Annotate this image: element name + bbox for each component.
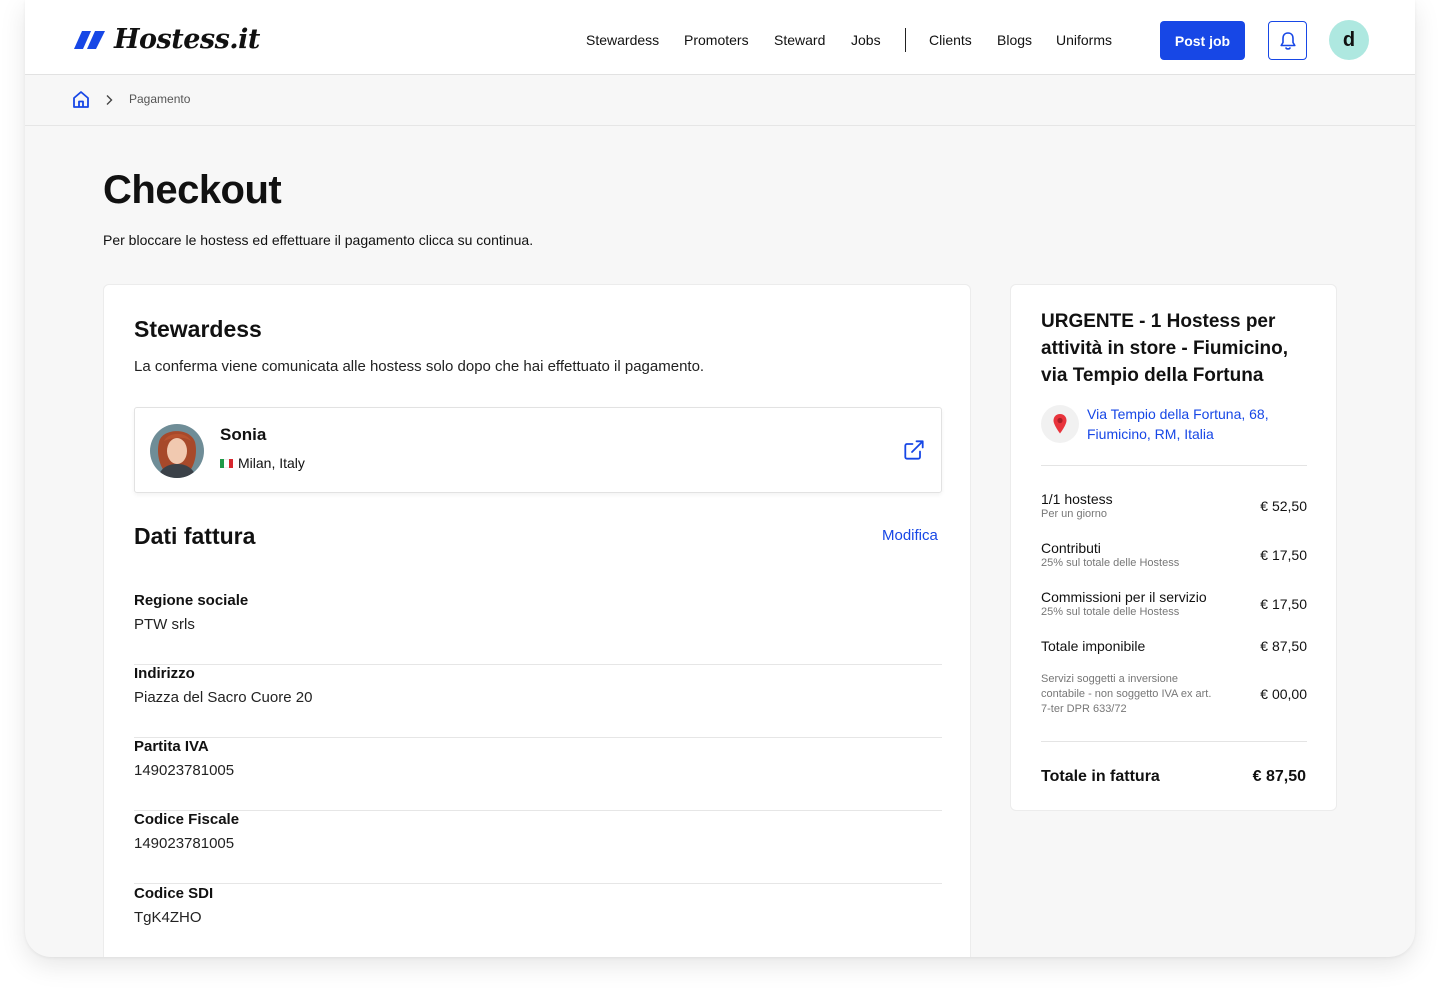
divider xyxy=(1041,465,1307,466)
top-header: Hostess.it Stewardess Promoters Steward … xyxy=(25,0,1415,75)
stewardess-location-text: Milan, Italy xyxy=(238,455,305,471)
field-label: Indirizzo xyxy=(134,665,195,682)
stewardess-section-description: La conferma viene comunicata alle hostes… xyxy=(134,358,705,375)
total-amount: € 87,50 xyxy=(1252,768,1306,785)
price-line-amount: € 17,50 xyxy=(1260,547,1307,563)
edit-invoice-link[interactable]: Modifica xyxy=(882,527,938,544)
nav-divider xyxy=(905,28,906,52)
invoice-field: Indirizzo Piazza del Sacro Cuore 20 xyxy=(134,665,942,738)
nav-clients[interactable]: Clients xyxy=(929,30,972,50)
user-avatar[interactable]: d xyxy=(1329,20,1369,60)
field-label: Partita IVA xyxy=(134,738,209,755)
nav-promoters[interactable]: Promoters xyxy=(684,30,749,50)
page-title: Checkout xyxy=(103,168,282,212)
stewardess-section-title: Stewardess xyxy=(134,316,262,342)
price-line: Contributi 25% sul totale delle Hostess … xyxy=(1041,540,1307,569)
breadcrumb-current: Pagamento xyxy=(129,92,191,106)
invoice-field: Codice Fiscale 149023781005 xyxy=(134,811,942,884)
field-value: 149023781005 xyxy=(134,835,235,852)
nav-steward[interactable]: Steward xyxy=(774,30,825,50)
total-label: Totale in fattura xyxy=(1041,768,1160,785)
post-job-button[interactable]: Post job xyxy=(1160,21,1245,60)
checkout-card: Stewardess La conferma viene comunicata … xyxy=(103,284,971,957)
chevron-right-icon xyxy=(105,93,113,111)
price-line-amount: € 87,50 xyxy=(1260,638,1307,654)
stewardess-location: Milan, Italy xyxy=(220,455,305,471)
stewardess-card[interactable]: Sonia Milan, Italy xyxy=(134,407,942,493)
bell-icon xyxy=(1279,31,1296,50)
field-label: Regione sociale xyxy=(134,592,249,609)
price-line-amount: € 52,50 xyxy=(1260,498,1307,514)
invoice-field: Partita IVA 149023781005 xyxy=(134,738,942,811)
logo-mark-icon xyxy=(74,30,105,49)
reverse-charge-amount: € 00,00 xyxy=(1260,686,1307,702)
map-pin-icon xyxy=(1041,405,1079,443)
nav-blogs[interactable]: Blogs xyxy=(997,30,1032,50)
price-line-amount: € 17,50 xyxy=(1260,596,1307,612)
app-window: Hostess.it Stewardess Promoters Steward … xyxy=(25,0,1415,957)
field-label: Codice Fiscale xyxy=(134,811,240,828)
nav-jobs[interactable]: Jobs xyxy=(851,30,881,50)
job-title: URGENTE - 1 Hostess per attività in stor… xyxy=(1041,311,1289,386)
nav-uniforms[interactable]: Uniforms xyxy=(1056,30,1112,50)
logo[interactable]: Hostess.it xyxy=(72,24,260,55)
invoice-section-title: Dati fattura xyxy=(134,523,256,549)
field-value: Piazza del Sacro Cuore 20 xyxy=(134,689,313,706)
notifications-button[interactable] xyxy=(1268,21,1307,60)
invoice-field: Codice SDI TgK4ZHO xyxy=(134,885,942,957)
field-value: TgK4ZHO xyxy=(134,909,202,926)
field-value: 149023781005 xyxy=(134,762,235,779)
italy-flag-icon xyxy=(220,458,233,468)
divider xyxy=(1041,741,1307,742)
price-line: Totale imponibile € 87,50 xyxy=(1041,638,1307,654)
stewardess-photo xyxy=(150,424,204,478)
home-icon[interactable] xyxy=(72,90,90,114)
order-summary-card: URGENTE - 1 Hostess per attività in stor… xyxy=(1010,284,1337,811)
invoice-field: Regione sociale PTW srls xyxy=(134,592,942,665)
nav-stewardess[interactable]: Stewardess xyxy=(586,30,659,50)
breadcrumb: Pagamento xyxy=(25,75,1415,126)
price-line: Commissioni per il servizio 25% sul tota… xyxy=(1041,589,1307,618)
reverse-charge-note: Servizi soggetti a inversione contabile … xyxy=(1041,673,1212,715)
external-link-icon[interactable] xyxy=(903,439,925,466)
job-address-link[interactable]: Via Tempio della Fortuna, 68, Fiumicino,… xyxy=(1087,404,1297,444)
price-line: 1/1 hostess Per un giorno € 52,50 xyxy=(1041,491,1307,520)
stewardess-name: Sonia xyxy=(220,425,267,444)
field-value: PTW srls xyxy=(134,616,195,633)
field-label: Codice SDI xyxy=(134,885,214,902)
page-subtitle: Per bloccare le hostess ed effettuare il… xyxy=(103,232,534,248)
logo-text: Hostess.it xyxy=(114,24,260,55)
reverse-charge-line: Servizi soggetti a inversione contabile … xyxy=(1041,672,1307,717)
